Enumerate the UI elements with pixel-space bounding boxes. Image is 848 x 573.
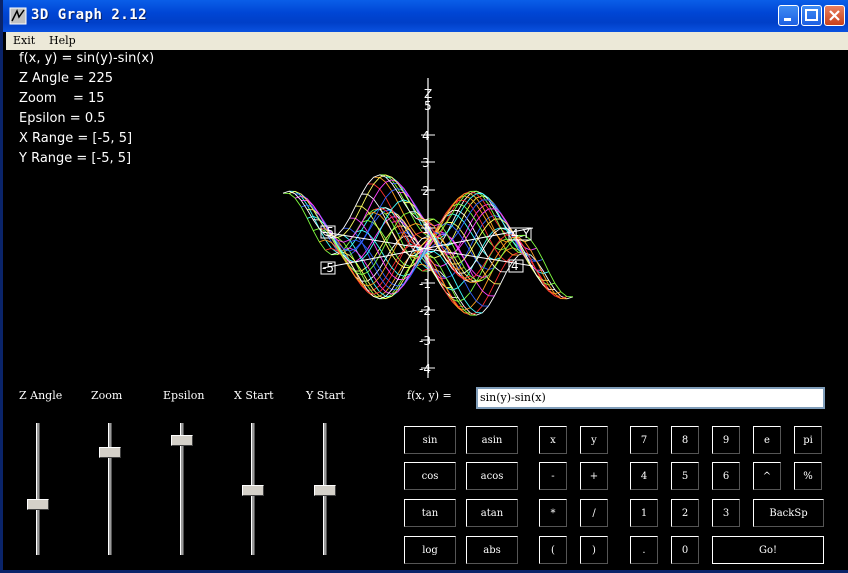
key-percent[interactable]: % [794,462,822,490]
key-5[interactable]: 5 [671,462,699,490]
epsilon-slider-label: Epsilon [163,389,205,402]
key-1[interactable]: 1 [630,499,658,527]
key-log[interactable]: log [404,536,456,564]
app-window: 3D Graph 2.12 Exit Help Z 5 4 3 2 1 -1 -… [0,0,848,573]
key-asin[interactable]: asin [466,426,518,454]
key-y[interactable]: y [580,426,608,454]
key-3[interactable]: 3 [712,499,740,527]
x-start-slider-thumb[interactable] [242,485,264,496]
key-4[interactable]: 4 [630,462,658,490]
key-tan[interactable]: tan [404,499,456,527]
backspace-button[interactable]: BackSp [753,499,824,527]
key-caret[interactable]: ^ [753,462,781,490]
key-sin[interactable]: sin [404,426,456,454]
zoom-slider-label: Zoom [91,389,123,402]
y-neg-label: -5 [322,261,334,275]
key-plus[interactable]: + [580,462,608,490]
z-tick-5: 5 [424,99,432,113]
y-pos-label: 4 Y [511,227,530,241]
key-atan[interactable]: atan [466,499,518,527]
info-epsilon: Epsilon = 0.5 [19,111,106,126]
z-tick-m2: -2 [419,304,431,318]
key-2[interactable]: 2 [671,499,699,527]
key-times[interactable]: * [539,499,567,527]
key-e[interactable]: e [753,426,781,454]
z-angle-slider-thumb[interactable] [27,499,49,511]
key-divide[interactable]: / [580,499,608,527]
info-zoom: Zoom = 15 [19,91,105,106]
z-angle-slider-label: Z Angle [19,389,63,402]
key-8[interactable]: 8 [671,426,699,454]
expression-input[interactable]: sin(y)-sin(x) [476,387,825,409]
key-cos[interactable]: cos [404,462,456,490]
info-function: f(x, y) = sin(y)-sin(x) [19,51,155,66]
info-y-range: Y Range = [-5, 5] [19,151,132,166]
zoom-slider-thumb[interactable] [99,446,121,458]
z-tick-m3: -3 [419,334,431,348]
z-tick-2: 2 [422,184,430,198]
z-tick-m4: -4 [419,362,431,376]
mesh-line-x [288,174,435,238]
key-lparen[interactable]: ( [539,536,567,564]
mesh-line-y [385,176,531,256]
key-6[interactable]: 6 [712,462,740,490]
key-7[interactable]: 7 [630,426,658,454]
key-rparen[interactable]: ) [580,536,608,564]
key-pi[interactable]: pi [794,426,822,454]
key-abs[interactable]: abs [466,536,518,564]
info-z-angle: Z Angle = 225 [19,71,114,86]
go-button[interactable]: Go! [712,536,824,564]
key-9[interactable]: 9 [712,426,740,454]
key-dot[interactable]: . [630,536,658,564]
y-start-slider-thumb[interactable] [314,485,336,496]
key-minus[interactable]: - [539,462,567,490]
info-x-range: X Range = [-5, 5] [19,131,133,146]
x-start-slider-label: X Start [234,389,274,402]
y-start-slider-label: Y Start [306,389,345,402]
zoom-slider-track[interactable] [108,423,112,555]
epsilon-slider-thumb[interactable] [171,434,193,446]
z-tick-3: 3 [422,156,430,170]
z-tick-m1: -1 [419,277,431,291]
key-x[interactable]: x [539,426,567,454]
z-angle-slider-track[interactable] [36,423,40,555]
x-pos-label: 4 [511,259,519,273]
x-neg-label: -5 [322,225,334,239]
expression-label: f(x, y) = [407,389,452,402]
z-tick-1: 1 [422,222,430,236]
key-acos[interactable]: acos [466,462,518,490]
key-0[interactable]: 0 [671,536,699,564]
z-tick-4: 4 [422,129,430,143]
